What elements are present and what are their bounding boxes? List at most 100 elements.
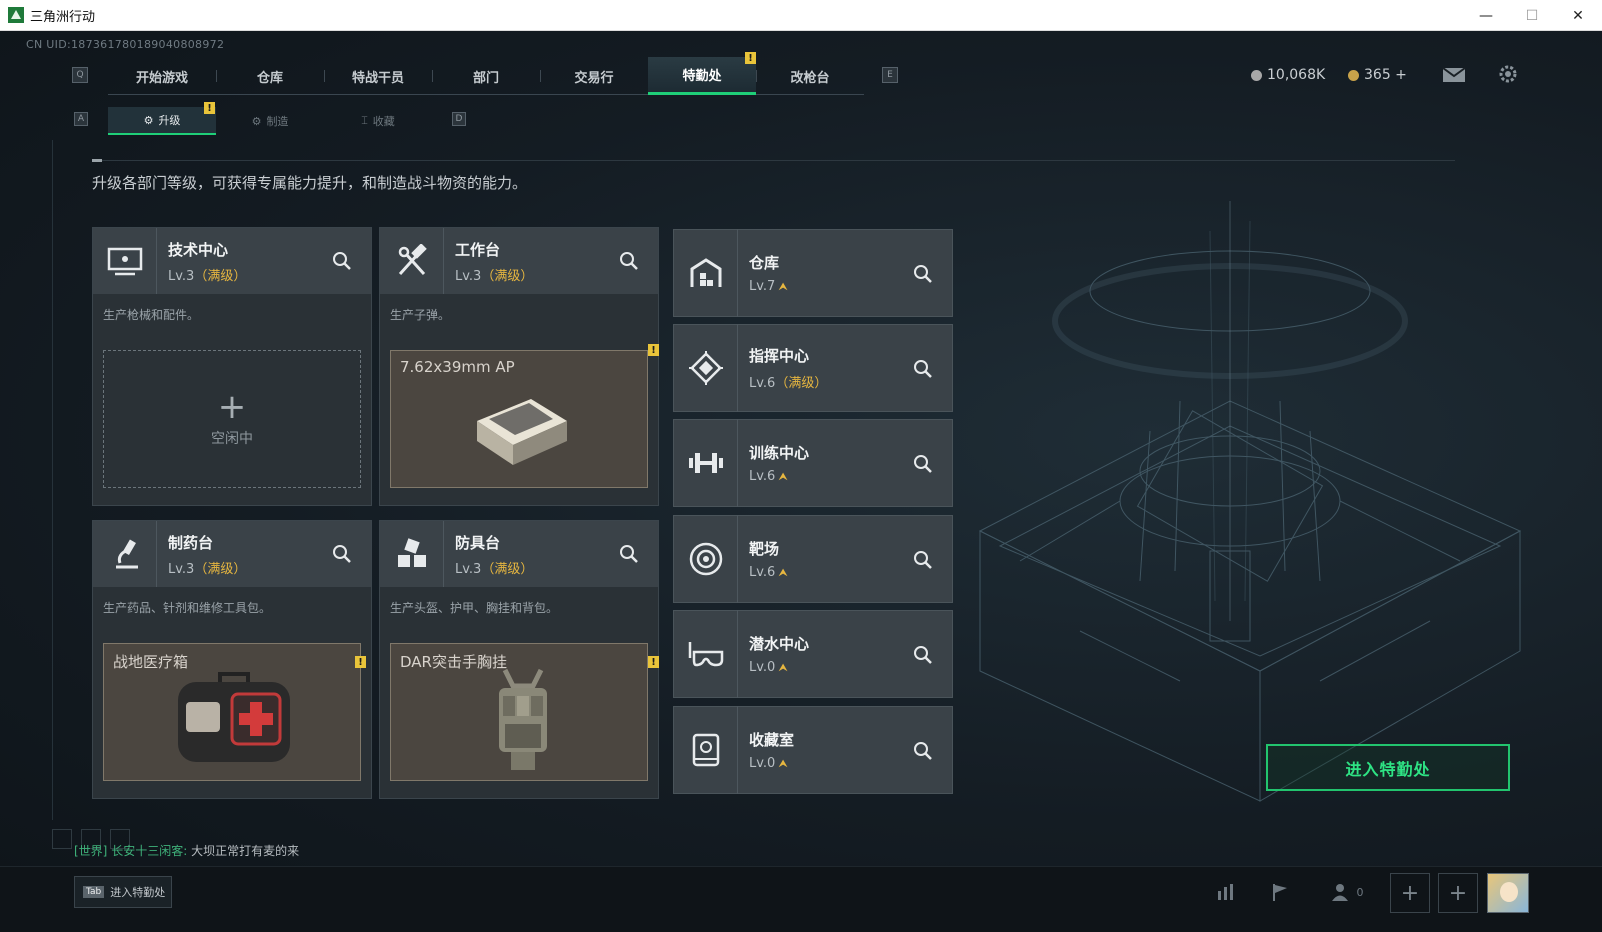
warehouse-icon xyxy=(674,229,738,317)
dept-card-workbench[interactable]: 工作台 Lv.3（满级） 生产子弹。 7.62x39mm AP xyxy=(379,227,659,506)
tab-operators[interactable]: 特战干员 xyxy=(324,57,432,95)
bond-icon xyxy=(1348,69,1359,81)
dept-card-collection-room[interactable]: 收藏室 Lv.0 ⮝ xyxy=(673,706,953,794)
dept-max-label: （满级） xyxy=(194,268,247,284)
key-hint-a: A xyxy=(74,112,88,126)
player-avatar[interactable] xyxy=(1487,873,1529,913)
upgradeable-arrow-icon: ⮝ xyxy=(778,661,788,674)
bonds-value: 365 + xyxy=(1364,67,1407,83)
friends-icon[interactable]: 0 xyxy=(1326,879,1368,905)
plus-icon: + xyxy=(217,387,247,427)
monitor-icon xyxy=(93,228,157,294)
production-slot-item[interactable]: 战地医疗箱 xyxy=(103,643,361,781)
dept-description: 生产头盔、护甲、胸挂和背包。 xyxy=(390,601,559,615)
dept-level: Lv.7 xyxy=(749,279,776,294)
tab-gunsmith[interactable]: 改枪台 xyxy=(756,57,864,95)
item-name: 7.62x39mm AP xyxy=(400,358,515,376)
chest-rig-icon xyxy=(499,668,547,770)
search-icon[interactable] xyxy=(912,453,934,475)
dept-level: Lv.3 xyxy=(168,268,195,284)
dept-card-tech-center[interactable]: 技术中心 Lv.3（满级） 生产枪械和配件。 + 空闲中 xyxy=(92,227,372,506)
dept-card-pharmacy[interactable]: 制药台 Lv.3（满级） 生产药品、针剂和维修工具包。 战地医疗箱 xyxy=(92,520,372,799)
search-icon[interactable] xyxy=(912,644,934,666)
dept-description: 生产枪械和配件。 xyxy=(103,308,200,322)
tab-trading[interactable]: 交易行 xyxy=(540,57,648,95)
page-description: 升级各部门等级，可获得专属能力提升，和制造战斗物资的能力。 xyxy=(92,174,528,192)
enter-special-ops-button[interactable]: 进入特勤处 xyxy=(1266,744,1510,791)
dept-card-header: 技术中心 Lv.3（满级） xyxy=(93,228,371,294)
close-button[interactable]: ✕ xyxy=(1555,0,1601,31)
bottom-bar: Tab 进入特勤处 0 + + xyxy=(0,866,1602,932)
dept-description: 生产药品、针剂和维修工具包。 xyxy=(103,601,272,615)
collection-icon: ⌶ xyxy=(361,114,368,127)
search-icon[interactable] xyxy=(331,250,353,272)
dept-level: Lv.6 xyxy=(749,376,776,391)
production-slot-empty[interactable]: + 空闲中 xyxy=(103,350,361,488)
dept-card-armor[interactable]: 防具台 Lv.3（满级） 生产头盔、护甲、胸挂和背包。 DAR突击手胸挂 xyxy=(379,520,659,799)
dept-name: 仓库 xyxy=(749,254,780,272)
chat-channel: [世界] xyxy=(74,844,108,858)
workbench-warning-badge-icon: ! xyxy=(648,344,659,356)
upgrade-icon: ⚙ xyxy=(143,113,154,127)
dept-level: Lv.3 xyxy=(168,561,195,577)
chat-line[interactable]: [世界] 长安十三闲客: 大坝正常打有麦的来 xyxy=(74,842,299,859)
chat-user: 长安十三闲客: xyxy=(111,844,188,858)
production-slot-item[interactable]: 7.62x39mm AP xyxy=(390,350,648,488)
game-viewport: CN UID:187361780189040808972 Q 开始游戏 仓库 特… xyxy=(0,31,1602,932)
collection-case-icon xyxy=(674,706,738,794)
search-icon[interactable] xyxy=(912,358,934,380)
coin-icon xyxy=(1251,69,1262,81)
search-icon[interactable] xyxy=(618,250,640,272)
tab-warehouse[interactable]: 仓库 xyxy=(216,57,324,95)
dept-card-diving-center[interactable]: 潜水中心 Lv.0 ⮝ xyxy=(673,610,953,698)
subtab-manufacture[interactable]: ⚙ 制造 xyxy=(216,107,324,135)
decoration-square xyxy=(52,829,72,849)
party-slot-add-button[interactable]: + xyxy=(1438,873,1478,913)
armor-warning-badge-icon: ! xyxy=(648,656,659,668)
tab-shortcut-button[interactable]: Tab 进入特勤处 xyxy=(74,876,172,908)
subtab-upgrade-label: 升级 xyxy=(158,114,181,127)
currency-bonds[interactable]: 365 + xyxy=(1348,67,1407,83)
flag-icon[interactable] xyxy=(1267,879,1293,905)
app-root: 三角洲行动 — ☐ ✕ CN UID:187361780189040808972… xyxy=(0,0,1602,932)
dept-level: Lv.6 xyxy=(749,469,776,484)
stats-chart-icon[interactable] xyxy=(1214,879,1240,905)
subtab-upgrade[interactable]: ⚙ 升级 xyxy=(108,107,216,135)
tab-start-game[interactable]: 开始游戏 xyxy=(108,57,216,95)
settings-gear-icon[interactable] xyxy=(1497,63,1519,85)
tab-department[interactable]: 部门 xyxy=(432,57,540,95)
subtab-collection[interactable]: ⌶ 收藏 xyxy=(324,107,432,135)
mail-icon[interactable] xyxy=(1442,67,1466,83)
dept-max-label: （满级） xyxy=(194,561,247,577)
window-titlebar: 三角洲行动 — ☐ ✕ xyxy=(0,0,1602,31)
pharmacy-warning-badge-icon: ! xyxy=(355,656,366,668)
dept-description: 生产子弹。 xyxy=(390,308,451,322)
production-slot-item[interactable]: DAR突击手胸挂 xyxy=(390,643,648,781)
search-icon[interactable] xyxy=(912,549,934,571)
dept-name: 收藏室 xyxy=(749,731,795,749)
dept-name: 训练中心 xyxy=(749,444,810,462)
dept-name: 靶场 xyxy=(749,540,780,558)
left-decoration-line xyxy=(52,140,53,820)
dept-card-training-center[interactable]: 训练中心 Lv.6 ⮝ xyxy=(673,419,953,507)
dept-card-warehouse[interactable]: 仓库 Lv.7 ⮝ xyxy=(673,229,953,317)
section-divider xyxy=(92,159,1455,162)
subtab-collection-label: 收藏 xyxy=(372,115,395,128)
party-slot-add-button[interactable]: + xyxy=(1390,873,1430,913)
upgradeable-arrow-icon: ⮝ xyxy=(778,280,788,293)
warning-badge-icon: ! xyxy=(745,52,756,64)
search-icon[interactable] xyxy=(331,543,353,565)
tab-special-ops[interactable]: 特勤处 xyxy=(648,57,756,95)
search-icon[interactable] xyxy=(912,263,934,285)
minimize-button[interactable]: — xyxy=(1463,0,1509,31)
dept-level: Lv.0 xyxy=(749,660,776,675)
dept-card-shooting-range[interactable]: 靶场 Lv.6 ⮝ xyxy=(673,515,953,603)
chat-message: 大坝正常打有麦的来 xyxy=(191,844,300,858)
dept-card-command-center[interactable]: 指挥中心 Lv.6（满级） xyxy=(673,324,953,412)
key-hint-e: E xyxy=(882,67,898,83)
maximize-button[interactable]: ☐ xyxy=(1509,0,1555,31)
manufacture-icon: ⚙ xyxy=(251,114,262,128)
search-icon[interactable] xyxy=(912,740,934,762)
search-icon[interactable] xyxy=(618,543,640,565)
target-icon xyxy=(674,515,738,603)
